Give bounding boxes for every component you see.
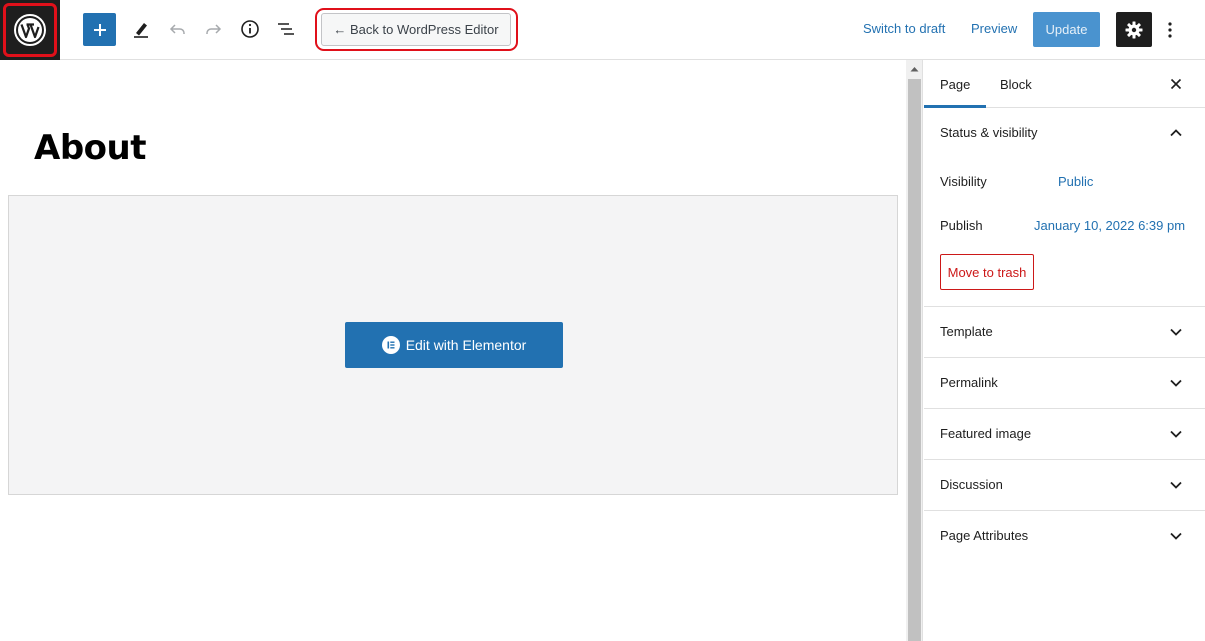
close-sidebar-button[interactable] [1164, 72, 1188, 96]
chevron-down-icon [1170, 430, 1182, 438]
editor-toolbar: ← Back to WordPress Editor Switch to dra… [0, 0, 1205, 60]
panel-title: Status & visibility [940, 125, 1038, 140]
sidebar-tabs: Page Block [924, 60, 1205, 108]
more-vertical-icon [1168, 22, 1172, 38]
arrow-up-icon [910, 66, 919, 71]
add-block-button[interactable] [83, 13, 116, 46]
close-icon [1170, 78, 1182, 90]
pencil-icon [134, 23, 148, 38]
list-view-button[interactable] [269, 12, 303, 46]
wordpress-logo-button[interactable] [0, 0, 60, 60]
page-title[interactable]: About [34, 128, 146, 168]
options-button[interactable] [1160, 14, 1180, 46]
list-view-icon [278, 23, 294, 35]
settings-button[interactable] [1116, 12, 1152, 47]
undo-icon [169, 24, 185, 34]
undo-button[interactable] [161, 12, 195, 46]
chevron-down-icon [1170, 379, 1182, 387]
chevron-down-icon [1170, 328, 1182, 336]
edit-with-elementor-label: Edit with Elementor [405, 337, 527, 353]
preview-button[interactable]: Preview [971, 21, 1017, 36]
back-to-wordpress-editor-button[interactable]: ← Back to WordPress Editor [321, 13, 511, 46]
plus-icon [93, 23, 106, 36]
elementor-placeholder: Edit with Elementor [8, 195, 898, 495]
info-icon [241, 20, 259, 38]
publish-date-value[interactable]: January 10, 2022 6:39 pm [1034, 218, 1185, 233]
panel-title: Page Attributes [940, 528, 1029, 543]
tab-page[interactable]: Page [924, 60, 987, 108]
tab-block[interactable]: Block [1000, 60, 1032, 108]
settings-sidebar: Page Block Status & visibility Visibilit… [924, 60, 1205, 641]
panel-title: Permalink [940, 375, 998, 390]
status-visibility-toggle[interactable]: Status & visibility [924, 108, 1205, 158]
update-button[interactable]: Update [1033, 12, 1100, 47]
panel-title: Template [940, 324, 993, 339]
visibility-value[interactable]: Public [1058, 174, 1093, 189]
page-attributes-panel: Page Attributes [924, 511, 1205, 561]
editor-scrollbar[interactable] [906, 60, 923, 641]
discussion-toggle[interactable]: Discussion [924, 460, 1205, 510]
page-attributes-toggle[interactable]: Page Attributes [924, 511, 1205, 561]
edit-with-elementor-button[interactable]: Edit with Elementor [345, 322, 563, 368]
chevron-down-icon [1170, 532, 1182, 540]
publish-label: Publish [940, 218, 983, 233]
permalink-toggle[interactable]: Permalink [924, 358, 1205, 408]
gear-icon [1125, 21, 1143, 38]
status-visibility-panel: Status & visibility Visibility Public Pu… [924, 108, 1205, 307]
redo-icon [206, 24, 222, 34]
permalink-panel: Permalink [924, 358, 1205, 409]
chevron-down-icon [1170, 481, 1182, 489]
status-visibility-body: Visibility Public Publish January 10, 20… [924, 158, 1205, 306]
scroll-up-button[interactable] [906, 60, 923, 77]
template-panel: Template [924, 307, 1205, 358]
featured-image-panel: Featured image [924, 409, 1205, 460]
panel-title: Featured image [940, 426, 1032, 441]
switch-to-draft-button[interactable]: Switch to draft [863, 21, 945, 36]
featured-image-toggle[interactable]: Featured image [924, 409, 1205, 459]
redo-button[interactable] [196, 12, 230, 46]
scroll-thumb[interactable] [908, 79, 921, 641]
visibility-label: Visibility [940, 174, 987, 189]
move-to-trash-button[interactable]: Move to trash [940, 254, 1034, 290]
panel-title: Discussion [940, 477, 1003, 492]
highlight-box [3, 3, 57, 57]
details-button[interactable] [233, 12, 267, 46]
chevron-up-icon [1170, 129, 1182, 137]
tools-button[interactable] [124, 12, 158, 46]
elementor-icon [381, 336, 400, 354]
template-toggle[interactable]: Template [924, 307, 1205, 357]
discussion-panel: Discussion [924, 460, 1205, 511]
editor-canvas: About Edit with Elementor [0, 60, 906, 641]
